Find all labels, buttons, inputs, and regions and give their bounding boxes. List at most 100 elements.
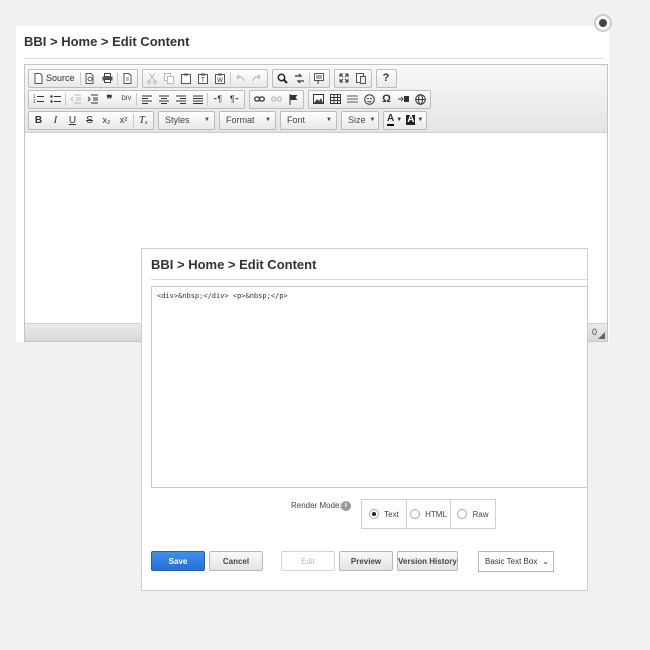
radio-button[interactable] xyxy=(369,509,380,519)
styles-dropdown[interactable]: Styles ▼ xyxy=(158,110,215,130)
render-mode-option-label: Raw xyxy=(472,509,489,519)
outdent-button[interactable] xyxy=(67,91,84,108)
background-color-icon: A xyxy=(406,114,416,125)
align-right-button[interactable] xyxy=(172,91,189,108)
ltr-button[interactable]: ⁃¶ xyxy=(209,91,226,108)
source-button[interactable]: Source xyxy=(30,70,79,87)
remove-format-button[interactable]: Tₓ xyxy=(135,112,152,129)
iframe-button[interactable] xyxy=(412,91,429,108)
word-count: 0 xyxy=(591,327,597,337)
blockquote-button[interactable]: ❞ xyxy=(101,91,118,108)
superscript-icon: x² xyxy=(119,115,128,125)
save-button[interactable]: Save xyxy=(151,551,205,571)
render-mode-option-label: HTML xyxy=(425,509,447,519)
templates-button[interactable] xyxy=(119,70,136,87)
maximize-button[interactable] xyxy=(336,70,353,87)
show-blocks-button[interactable] xyxy=(353,70,370,87)
superscript-button[interactable]: x² xyxy=(115,112,132,129)
cut-button[interactable] xyxy=(144,70,161,87)
edit-button[interactable]: Edit xyxy=(281,551,335,571)
version-history-button[interactable]: Version History xyxy=(397,551,458,571)
justify-button[interactable] xyxy=(189,91,206,108)
preview-button[interactable]: Preview xyxy=(339,551,393,571)
special-char-button[interactable]: Ω xyxy=(378,91,395,108)
info-icon[interactable]: i xyxy=(341,501,351,511)
size-dropdown-label: Size xyxy=(348,115,366,125)
paste-text-button[interactable]: T xyxy=(195,70,212,87)
help-button[interactable]: ? xyxy=(378,70,395,87)
anchor-button[interactable] xyxy=(285,91,302,108)
render-mode-raw-option[interactable]: Raw xyxy=(451,500,495,528)
svg-text:T: T xyxy=(200,77,205,84)
remove-format-icon: Tₓ xyxy=(138,114,149,126)
toolbar-group-basic-styles: B I U S x₂ x² Tₓ xyxy=(28,110,154,130)
size-dropdown[interactable]: Size ▼ xyxy=(341,110,379,130)
render-mode-radio-group: Text HTML Raw xyxy=(361,499,496,529)
chevron-down-icon: ⌄ xyxy=(542,557,549,566)
align-left-icon xyxy=(141,95,152,104)
select-all-button[interactable] xyxy=(311,70,328,87)
html-source-textarea[interactable]: <div>&nbsp;</div> <p>&nbsp;</p> xyxy=(151,286,588,488)
box-type-select[interactable]: Basic Text Box ⌄ xyxy=(478,551,554,572)
format-dropdown[interactable]: Format ▼ xyxy=(219,110,276,130)
find-button[interactable] xyxy=(274,70,291,87)
align-left-button[interactable] xyxy=(138,91,155,108)
bold-button[interactable]: B xyxy=(30,112,47,129)
radio-button[interactable] xyxy=(410,509,421,519)
page-break-button[interactable] xyxy=(395,91,412,108)
render-mode-html-option[interactable]: HTML xyxy=(407,500,451,528)
subscript-button[interactable]: x₂ xyxy=(98,112,115,129)
background-color-button[interactable]: A ▼ xyxy=(404,112,425,129)
toolbar-group-document: Source xyxy=(28,68,138,88)
render-mode-text-option[interactable]: Text xyxy=(362,500,407,528)
radio-button[interactable] xyxy=(457,509,468,519)
toolbar-separator xyxy=(79,71,81,85)
paste-word-icon: W xyxy=(215,73,226,84)
indent-button[interactable] xyxy=(84,91,101,108)
bulleted-list-button[interactable] xyxy=(47,91,64,108)
horizontal-rule-button[interactable] xyxy=(344,91,361,108)
smiley-button[interactable] xyxy=(361,91,378,108)
create-div-button[interactable]: DIV xyxy=(118,91,135,108)
replace-button[interactable] xyxy=(291,70,308,87)
redo-button[interactable] xyxy=(249,70,266,87)
link-button[interactable] xyxy=(251,91,268,108)
image-button[interactable] xyxy=(310,91,327,108)
text-color-button[interactable]: A ▼ xyxy=(385,112,404,129)
copy-button[interactable] xyxy=(161,70,178,87)
close-icon[interactable] xyxy=(594,14,612,32)
unlink-button[interactable] xyxy=(268,91,285,108)
strikethrough-icon: S xyxy=(86,114,93,126)
table-button[interactable] xyxy=(327,91,344,108)
toolbar-group-colors: A ▼ A ▼ xyxy=(383,110,428,130)
toolbar-separator xyxy=(133,113,134,127)
select-all-icon xyxy=(314,72,325,84)
bulleted-list-icon xyxy=(50,95,61,103)
editor-toolbar: Source T W ? 1 2 ❞ DIV ⁃¶ ¶⁃ Ω B I U S x… xyxy=(25,65,607,133)
paste-button[interactable] xyxy=(178,70,195,87)
strikethrough-button[interactable]: S xyxy=(81,112,98,129)
italic-button[interactable]: I xyxy=(47,112,64,129)
align-center-button[interactable] xyxy=(155,91,172,108)
toolbar-separator xyxy=(308,71,310,85)
printer-icon xyxy=(102,73,113,83)
undo-button[interactable] xyxy=(232,70,249,87)
omega-icon: Ω xyxy=(382,93,391,105)
italic-icon: I xyxy=(53,114,58,126)
resize-handle[interactable] xyxy=(598,332,605,339)
rtl-button[interactable]: ¶⁃ xyxy=(226,91,243,108)
toolbar-separator xyxy=(65,92,66,106)
unlink-icon xyxy=(271,96,282,102)
numbered-list-button[interactable]: 12 xyxy=(30,91,47,108)
preview-tool-button[interactable] xyxy=(82,70,99,87)
paste-word-button[interactable]: W xyxy=(212,70,229,87)
font-dropdown[interactable]: Font ▼ xyxy=(280,110,337,130)
indent-icon xyxy=(87,94,98,104)
rtl-icon: ¶⁃ xyxy=(229,93,240,104)
toolbar-group-clipboard: T W xyxy=(141,68,268,88)
print-button[interactable] xyxy=(99,70,116,87)
box-type-select-value: Basic Text Box xyxy=(485,557,538,566)
toolbar-group-view xyxy=(333,68,372,88)
underline-button[interactable]: U xyxy=(64,112,81,129)
cancel-button[interactable]: Cancel xyxy=(209,551,263,571)
